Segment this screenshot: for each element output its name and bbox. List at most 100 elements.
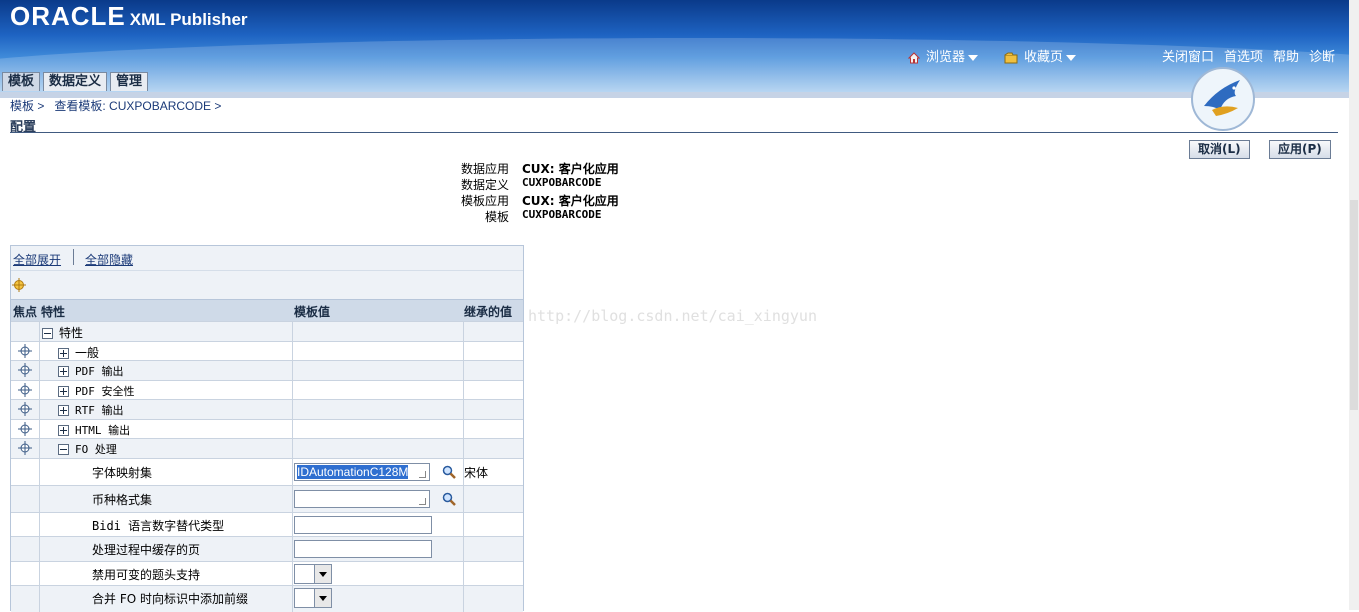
breadcrumb-templates[interactable]: 模板 > [10, 99, 44, 113]
disable-variable-header-select[interactable] [294, 564, 332, 584]
info-data-definition: 数据定义 CUXPOBARCODE [0, 176, 1359, 192]
focus-toolbar [11, 270, 523, 299]
breadcrumb-view-template[interactable]: 查看模板: CUXPOBARCODE > [54, 99, 221, 113]
inherited-value: 宋体 [464, 466, 489, 480]
search-icon[interactable] [442, 492, 456, 506]
tab-data-definitions[interactable]: 数据定义 [43, 72, 108, 91]
table-row: 字体映射集 IDAutomationC128M 宋体 [11, 458, 523, 485]
favorites-menu-label[interactable]: 收藏页 [1024, 49, 1063, 64]
breadcrumb: 模板 > 查看模板: CUXPOBARCODE > [10, 97, 221, 114]
cached-pages-input[interactable] [294, 540, 432, 558]
info-value: CUX: 客户化应用 [522, 162, 619, 176]
info-value: CUX: 客户化应用 [522, 194, 619, 208]
main-tabs: 模板 数据定义 管理 [2, 72, 151, 92]
help-link[interactable]: 帮助 [1273, 49, 1299, 64]
focus-icon[interactable] [18, 344, 32, 358]
chevron-down-icon[interactable] [314, 589, 331, 607]
row-label: 字体映射集 [92, 466, 153, 480]
apply-button[interactable]: 应用(P) [1269, 140, 1331, 159]
info-template: 模板 CUXPOBARCODE [0, 208, 1359, 224]
app-header: ORACLE XML Publisher 浏览器 收藏页 关闭窗口 首选项 帮助 诊断 … [0, 0, 1359, 92]
resize-handle-icon [419, 471, 426, 478]
currency-format-input[interactable] [294, 490, 430, 508]
focus-icon[interactable] [18, 441, 32, 455]
row-label: 特性 [59, 326, 84, 340]
info-label: 数据定义 [460, 178, 509, 192]
focus-root-icon[interactable] [12, 278, 26, 292]
chevron-down-icon[interactable] [314, 565, 331, 583]
vertical-scrollbar[interactable] [1349, 0, 1359, 610]
info-template-app: 模板应用 CUX: 客户化应用 [0, 192, 1359, 208]
table-row: 处理过程中缓存的页 [11, 536, 523, 561]
watermark-text: http://blog.csdn.net/cai_xingyun [528, 307, 817, 325]
row-label: 处理过程中缓存的页 [92, 543, 201, 557]
row-label: 币种格式集 [92, 493, 153, 507]
search-icon[interactable] [442, 465, 456, 479]
oracle-logo: ORACLE XML Publisher [10, 1, 248, 32]
chevron-down-icon[interactable] [968, 54, 979, 61]
collapse-all-link[interactable]: 全部隐藏 [85, 251, 133, 268]
close-window-link[interactable]: 关闭窗口 [1162, 49, 1214, 64]
info-label: 模板应用 [460, 194, 509, 208]
info-label: 模板 [484, 210, 509, 224]
focus-icon[interactable] [18, 383, 32, 397]
font-mapping-input[interactable]: IDAutomationC128M [294, 463, 430, 481]
diagnostics-link[interactable]: 诊断 [1309, 49, 1335, 64]
resize-handle-icon [419, 498, 426, 505]
preferences-link[interactable]: 首选项 [1224, 49, 1263, 64]
expand-icon[interactable] [58, 348, 69, 359]
font-mapping-value: IDAutomationC128M [297, 465, 409, 479]
table-row: 特性 [11, 321, 523, 341]
browser-menu-label[interactable]: 浏览器 [926, 49, 965, 64]
row-label: PDF 安全性 [75, 385, 135, 398]
row-label: 一般 [75, 346, 100, 360]
bidi-input[interactable] [294, 516, 432, 534]
favorites-icon [1004, 52, 1018, 64]
cancel-button[interactable]: 取消(L) [1189, 140, 1250, 159]
row-label: 禁用可变的题头支持 [92, 568, 201, 582]
browser-menu[interactable]: 浏览器 [908, 46, 979, 65]
focus-icon[interactable] [18, 363, 32, 377]
row-label: PDF 输出 [75, 365, 124, 378]
table-row: PDF 输出 [11, 360, 523, 380]
properties-table: 全部展开 全部隐藏 焦点 特性 模板值 继承的值 特性 一般 PDF 输出 PD… [10, 245, 524, 612]
collapse-icon[interactable] [42, 328, 53, 339]
tab-administration[interactable]: 管理 [110, 72, 149, 91]
row-label: RTF 输出 [75, 404, 124, 417]
global-links: 关闭窗口 首选项 帮助 诊断 [1152, 46, 1335, 65]
row-label: 合并 FO 时向标识中添加前缀 [92, 592, 248, 606]
table-row: 合并 FO 时向标识中添加前缀 [11, 585, 523, 612]
table-row: RTF 输出 [11, 399, 523, 419]
expand-all-link[interactable]: 全部展开 [13, 251, 61, 268]
scrollbar-thumb[interactable] [1350, 200, 1358, 410]
xml-publisher-bird-icon [1191, 67, 1255, 131]
focus-icon[interactable] [18, 422, 32, 436]
col-focus: 焦点 [13, 305, 38, 319]
toolbar-separator [73, 249, 74, 265]
logo-text: ORACLE [10, 1, 126, 31]
focus-icon[interactable] [18, 402, 32, 416]
tree-toolbar: 全部展开 全部隐藏 [11, 246, 523, 270]
merge-fo-prefix-select[interactable] [294, 588, 332, 608]
info-label: 数据应用 [460, 162, 509, 176]
chevron-down-icon[interactable] [1066, 54, 1077, 61]
product-name: XML Publisher [129, 10, 248, 29]
info-data-app: 数据应用 CUX: 客户化应用 [0, 160, 1359, 176]
table-row: FO 处理 [11, 438, 523, 458]
table-row: 币种格式集 [11, 485, 523, 512]
table-row: PDF 安全性 [11, 380, 523, 400]
tab-templates[interactable]: 模板 [2, 72, 41, 91]
collapse-icon[interactable] [58, 444, 69, 455]
table-row: HTML 输出 [11, 419, 523, 439]
expand-icon[interactable] [58, 386, 69, 397]
favorites-menu[interactable]: 收藏页 [1004, 46, 1077, 65]
col-template-value: 模板值 [294, 305, 331, 319]
expand-icon[interactable] [58, 405, 69, 416]
row-label: FO 处理 [75, 443, 117, 456]
row-label: Bidi 语言数字替代类型 [92, 519, 225, 533]
row-label: HTML 输出 [75, 424, 131, 437]
expand-icon[interactable] [58, 425, 69, 436]
col-inherited-value: 继承的值 [464, 305, 513, 319]
table-row: 禁用可变的题头支持 [11, 561, 523, 586]
expand-icon[interactable] [58, 366, 69, 377]
